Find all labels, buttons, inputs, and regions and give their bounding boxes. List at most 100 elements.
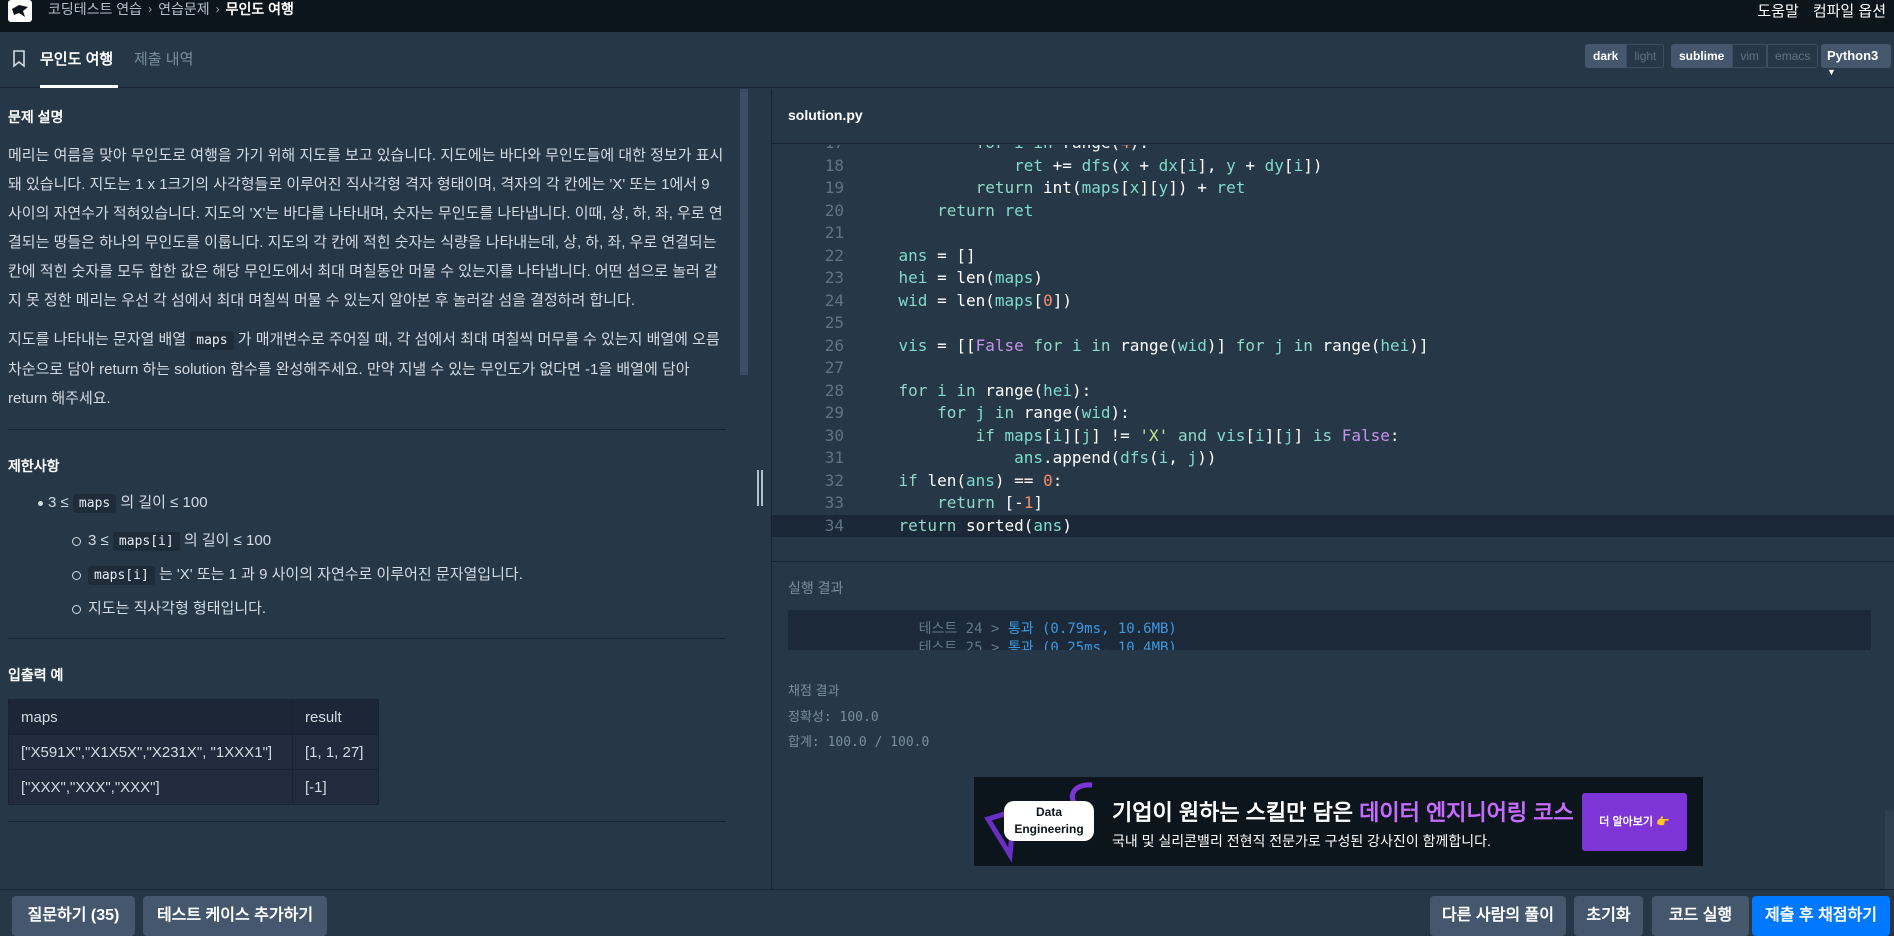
line-number: 30	[824, 425, 844, 445]
line-number: 25	[824, 313, 844, 332]
code-line[interactable]: 26 vis = [[False for i in range(wid)] fo…	[772, 335, 1894, 358]
line-number: 28	[824, 380, 844, 400]
keymap-emacs-button[interactable]: emacs	[1767, 44, 1819, 68]
grading-total: 합계: 100.0 / 100.0	[788, 735, 930, 750]
code-line[interactable]: 24 wid = len(maps[0])	[772, 290, 1894, 313]
code-line[interactable]: 19 return int(maps[x][y]) + ret	[772, 177, 1894, 200]
bookmark-icon[interactable]	[12, 50, 26, 73]
language-value: Python3	[1827, 48, 1879, 63]
line-number: 33	[824, 493, 844, 512]
table-cell: [1, 1, 27]	[292, 734, 379, 770]
inline-code: maps[i]	[112, 532, 180, 551]
line-number: 18	[824, 155, 844, 175]
code-line[interactable]: 23 hei = len(maps)	[772, 267, 1894, 290]
banner-headline-a: 기업이 원하는 스킬만 담은	[1112, 800, 1353, 825]
inline-code: maps	[72, 494, 117, 513]
filename: solution.py	[788, 107, 863, 123]
banner-subtitle: 국내 및 실리콘밸리 전현직 전문가로 구성된 강사진이 함께합니다.	[1112, 833, 1491, 849]
test-label: 테스트 25	[918, 640, 983, 650]
add-test-case-button[interactable]: 테스트 케이스 추가하기	[143, 896, 327, 936]
code-text: return [-1]	[937, 493, 1044, 512]
breadcrumb-current: 무인도 여행	[225, 1, 294, 17]
ask-question-button[interactable]: 질문하기 (35)	[12, 896, 135, 936]
problem-scrollbar[interactable]	[740, 89, 748, 375]
code-line[interactable]: 34 return sorted(ans)	[772, 514, 1894, 537]
grading-title: 채점 결과	[788, 683, 840, 698]
code-line[interactable]: 20 return ret	[772, 200, 1894, 223]
code-line[interactable]: 28 for i in range(hei):	[772, 380, 1894, 403]
line-number: 32	[824, 470, 844, 490]
others-solutions-button[interactable]: 다른 사람의 풀이	[1430, 896, 1566, 936]
problem-panel: 문제 설명 메리는 여름을 맞아 무인도로 여행을 가기 위해 지도를 보고 있…	[0, 89, 740, 889]
code-line[interactable]: 18 ret += dfs(x + dx[i], y + dy[i])	[772, 155, 1894, 178]
c4-text: 지도는 직사각형 형태입니다.	[88, 600, 267, 617]
section-title-description: 문제 설명	[8, 109, 64, 125]
code-text: for j in range(wid):	[937, 403, 1130, 422]
list-item: maps[i] 는 'X' 또는 1 과 9 사이의 자연수로 이루어진 문자열…	[8, 558, 726, 592]
breadcrumb-coding-test[interactable]: 코딩테스트 연습	[48, 0, 142, 19]
code-editor[interactable]: 17 for i in range(4):18 ret += dfs(x + d…	[772, 145, 1894, 561]
c1-post: 의 길이 ≤ 100	[120, 494, 208, 511]
language-select[interactable]: Python3 ▼	[1821, 44, 1891, 77]
c2-pre: 3 ≤	[88, 532, 109, 549]
code-text: return ret	[937, 200, 1034, 220]
inline-code-maps: maps	[190, 331, 234, 350]
submit-button[interactable]: 제출 후 채점하기	[1752, 896, 1890, 936]
top-nav: 코딩테스트 연습 › 연습문제 › 무인도 여행 도움말 컴파일 옵션	[0, 0, 1894, 32]
code-line[interactable]: 21	[772, 222, 1894, 245]
tab-description[interactable]: 무인도 여행	[40, 48, 118, 88]
keymap-vim-button[interactable]: vim	[1732, 44, 1768, 68]
tab-bar: 무인도 여행 제출 내역 dark light sublime vim emac…	[0, 32, 1894, 88]
code-line[interactable]: 17 for i in range(4):	[772, 145, 1894, 155]
help-link[interactable]: 도움말	[1757, 0, 1798, 20]
caret-down-icon: ▼	[1827, 67, 1836, 77]
results-title: 실행 결과	[788, 580, 844, 596]
reset-button[interactable]: 초기화	[1574, 896, 1643, 936]
line-number: 20	[824, 200, 844, 220]
results-scrollbar[interactable]	[1885, 810, 1894, 890]
breadcrumb-practice[interactable]: 연습문제	[158, 0, 210, 19]
table-cell: ["X591X","X1X5X","X231X", "1XXX1"]	[8, 734, 293, 770]
chevron-right-icon: ›	[215, 2, 220, 16]
tab-submissions[interactable]: 제출 내역	[134, 48, 193, 88]
code-line[interactable]: 30 if maps[i][j] != 'X' and vis[i][j] is…	[772, 425, 1894, 448]
code-line[interactable]: 27	[772, 357, 1894, 380]
c1-pre: 3 ≤	[48, 494, 69, 511]
theme-light-button[interactable]: light	[1626, 44, 1665, 68]
learn-more-button[interactable]: 더 알아보기 👉	[1582, 793, 1687, 851]
banner-headline-b: 데이터 엔지니어링 코스	[1359, 800, 1574, 825]
table-header-result: result	[292, 699, 379, 735]
splitter-grip-icon[interactable]	[757, 470, 767, 506]
divider	[8, 821, 726, 822]
run-code-button[interactable]: 코드 실행	[1652, 896, 1749, 936]
grading-accuracy: 정확성: 100.0	[788, 710, 879, 725]
keymap-sublime-button[interactable]: sublime	[1671, 44, 1733, 68]
code-text: wid = len(maps[0])	[898, 290, 1072, 310]
code-text: return sorted(ans)	[898, 515, 1072, 535]
divider	[8, 638, 726, 639]
code-line[interactable]: 33 return [-1]	[772, 492, 1894, 515]
code-line[interactable]: 25	[772, 312, 1894, 335]
section-title-constraints: 제한사항	[8, 458, 60, 474]
code-line[interactable]: 29 for j in range(wid):	[772, 402, 1894, 425]
code-line[interactable]: 31 ans.append(dfs(i, j))	[772, 447, 1894, 470]
line-number: 29	[824, 403, 844, 422]
code-text: hei = len(maps)	[898, 268, 1044, 287]
code-line[interactable]: 22 ans = []	[772, 245, 1894, 268]
list-item: 3 ≤ maps[i] 의 길이 ≤ 100	[8, 524, 726, 558]
table-row: ["XXX","XXX","XXX"] [-1]	[8, 769, 379, 805]
c3-post: 는 'X' 또는 1 과 9 사이의 자연수로 이루어진 문자열입니다.	[158, 566, 523, 583]
problem-paragraph-1: 메리는 여름을 맞아 무인도로 여행을 가기 위해 지도를 보고 있습니다. 지…	[8, 147, 724, 309]
inline-code: maps[i]	[88, 566, 155, 585]
table-header-maps: maps	[8, 699, 293, 735]
table-header-row: maps result	[8, 699, 379, 735]
theme-dark-button[interactable]: dark	[1585, 44, 1627, 68]
compile-options-link[interactable]: 컴파일 옵션	[1813, 0, 1886, 20]
ad-banner[interactable]: Data Engineering 기업이 원하는 스킬만 담은 데이터 엔지니어…	[974, 777, 1703, 866]
test-result-line: 테스트 25 > 통과 (0.25ms, 10.4MB)	[868, 621, 1177, 650]
para2-text-a: 지도를 나타내는 문자열 배열	[8, 331, 187, 348]
examples-table: maps result ["X591X","X1X5X","X231X", "1…	[8, 699, 379, 805]
keymap-toggle: sublime vim emacs	[1671, 44, 1819, 68]
code-line[interactable]: 32 if len(ans) == 0:	[772, 470, 1894, 493]
logo-icon[interactable]	[8, 0, 32, 22]
